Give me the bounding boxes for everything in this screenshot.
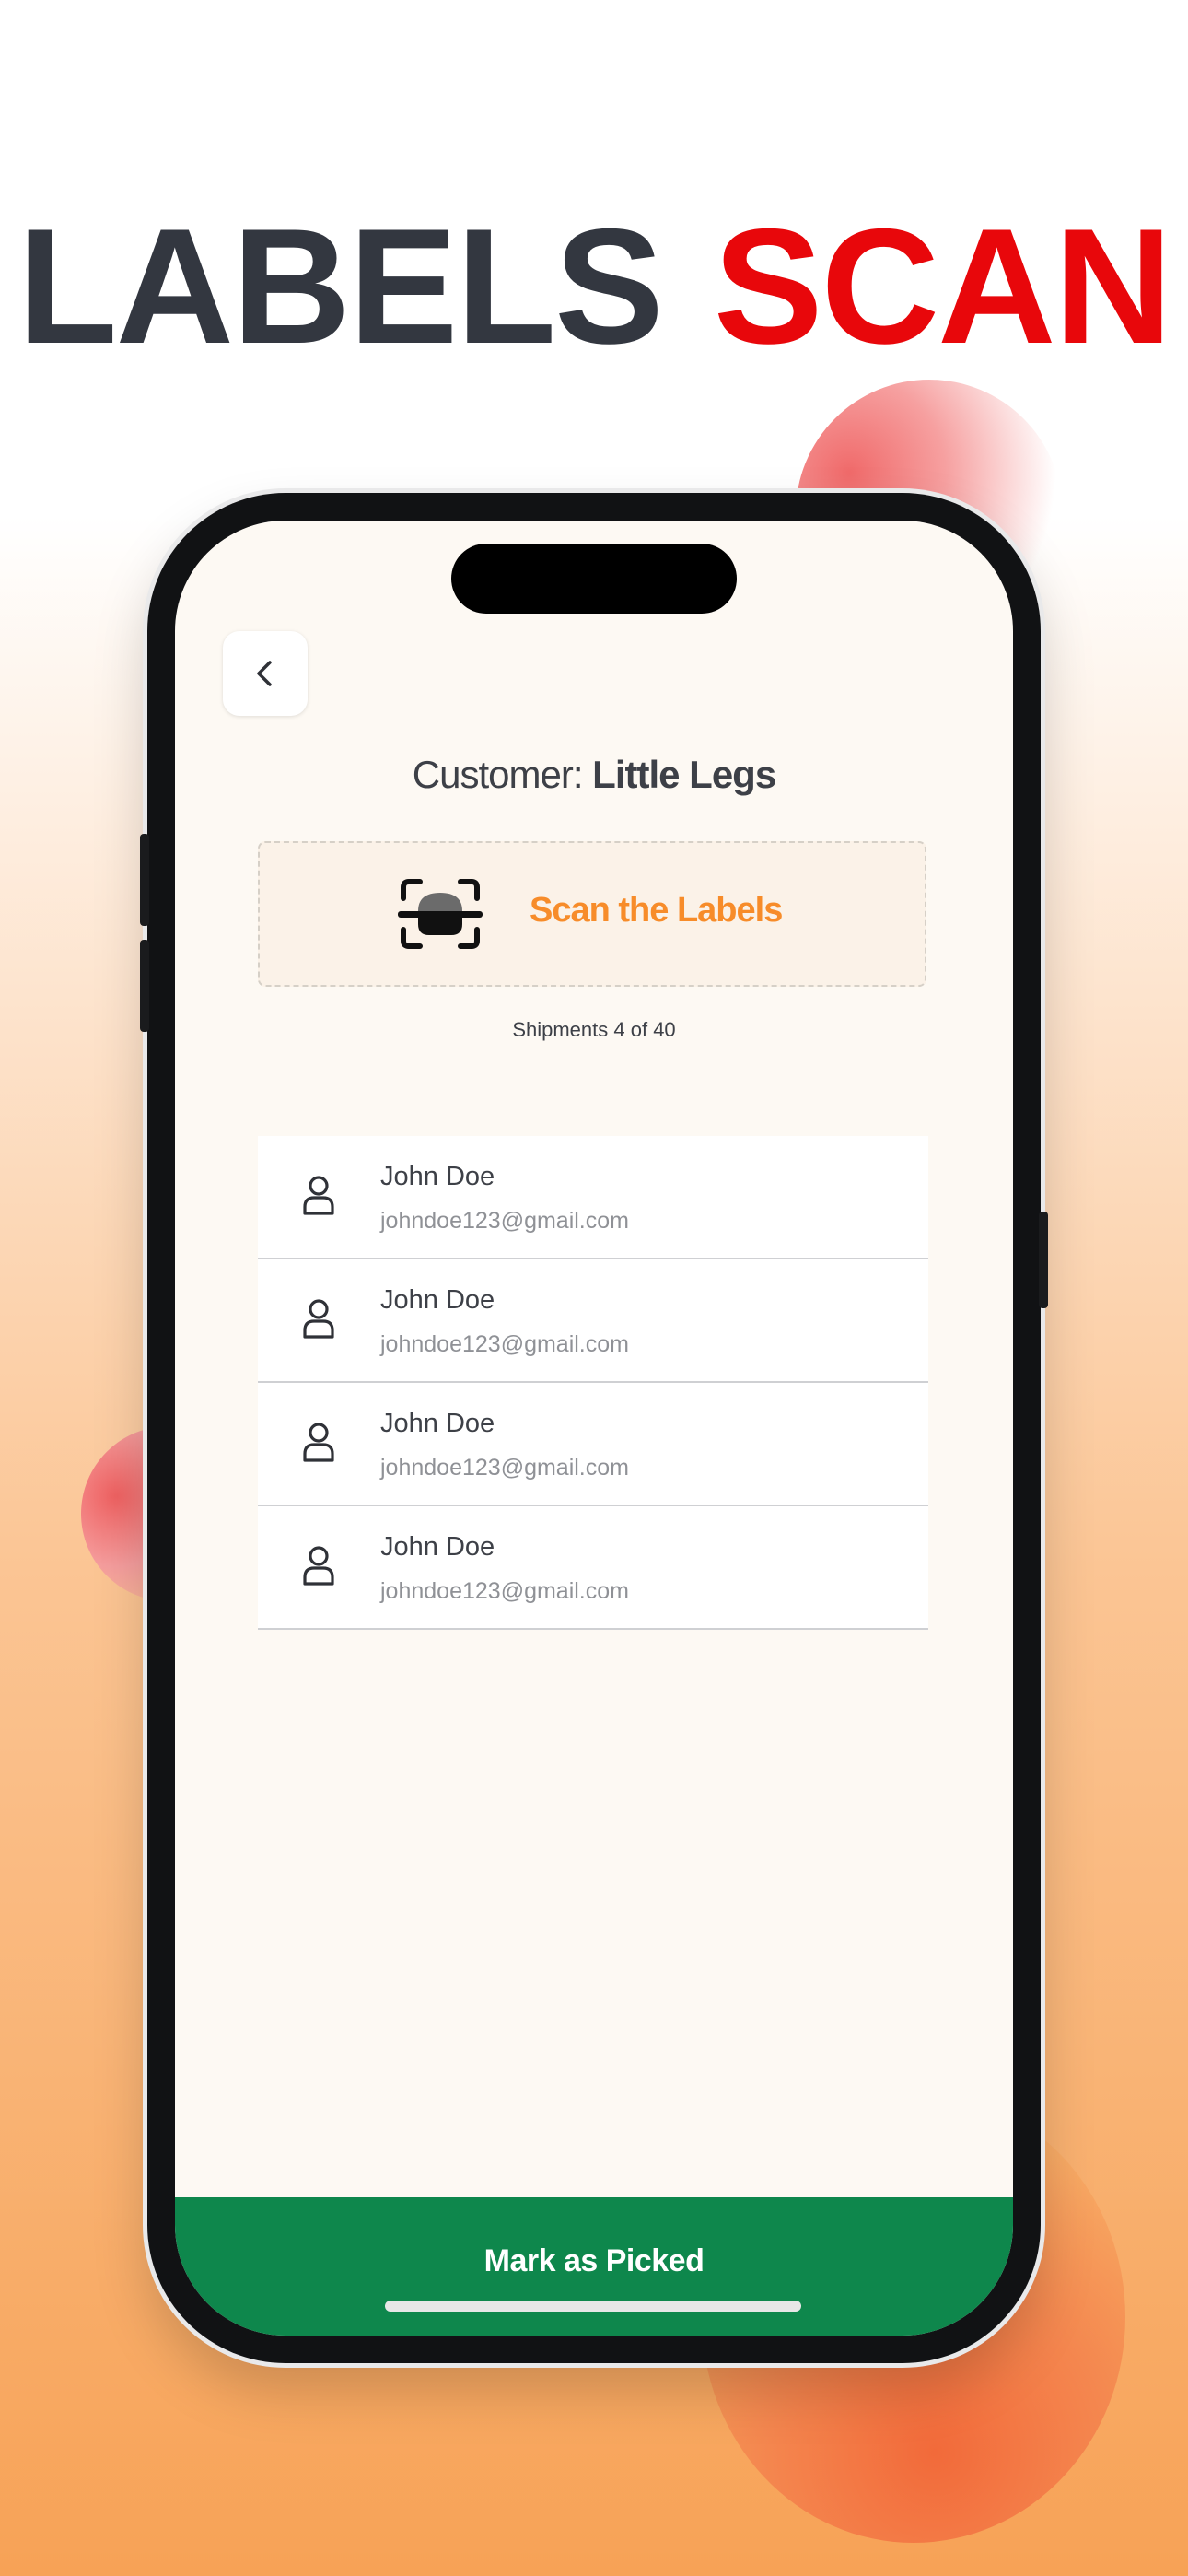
contact-email: johndoe123@gmail.com	[380, 1455, 629, 1481]
volume-up-button	[140, 834, 149, 926]
contact-name: John Doe	[380, 1409, 495, 1438]
phone-frame: Customer: Little Legs Scan the Labels Sh…	[140, 493, 1048, 2363]
contact-list: John Doe johndoe123@gmail.com John Doe j…	[258, 1136, 928, 1630]
customer-heading: Customer: Little Legs	[175, 753, 1013, 797]
user-icon	[303, 1176, 334, 1215]
contact-email: johndoe123@gmail.com	[380, 1331, 629, 1357]
scan-label-icon	[398, 879, 483, 949]
power-button	[1039, 1212, 1048, 1308]
shipments-counter: Shipments 4 of 40	[512, 1018, 676, 1041]
scan-labels-button[interactable]: Scan the Labels	[258, 841, 926, 987]
home-indicator	[385, 2301, 801, 2312]
promo-headline: LABELS SCAN	[0, 205, 1188, 369]
customer-prefix: Customer:	[412, 753, 584, 796]
contact-row[interactable]: John Doe johndoe123@gmail.com	[258, 1136, 928, 1259]
dynamic-island	[451, 544, 737, 614]
customer-name: Little Legs	[592, 753, 776, 796]
contact-name: John Doe	[380, 1285, 495, 1315]
headline-word-scan: SCAN	[713, 194, 1172, 378]
contact-email: johndoe123@gmail.com	[380, 1578, 629, 1604]
back-button[interactable]	[223, 631, 308, 716]
mark-as-picked-button[interactable]: Mark as Picked	[175, 2197, 1013, 2336]
contact-row[interactable]: John Doe johndoe123@gmail.com	[258, 1259, 928, 1383]
app-screen: Customer: Little Legs Scan the Labels Sh…	[175, 521, 1013, 2336]
mark-as-picked-label: Mark as Picked	[483, 2243, 705, 2278]
contact-row[interactable]: John Doe johndoe123@gmail.com	[258, 1506, 928, 1630]
volume-down-button	[140, 940, 149, 1032]
user-icon	[303, 1546, 334, 1586]
contact-email: johndoe123@gmail.com	[380, 1208, 629, 1234]
user-icon	[303, 1423, 334, 1462]
chevron-left-icon	[257, 661, 272, 686]
user-icon	[303, 1299, 334, 1339]
scan-labels-text: Scan the Labels	[530, 891, 783, 930]
contact-row[interactable]: John Doe johndoe123@gmail.com	[258, 1383, 928, 1506]
contact-name: John Doe	[380, 1532, 495, 1562]
contact-name: John Doe	[380, 1162, 495, 1191]
headline-word-labels: LABELS	[17, 194, 664, 378]
